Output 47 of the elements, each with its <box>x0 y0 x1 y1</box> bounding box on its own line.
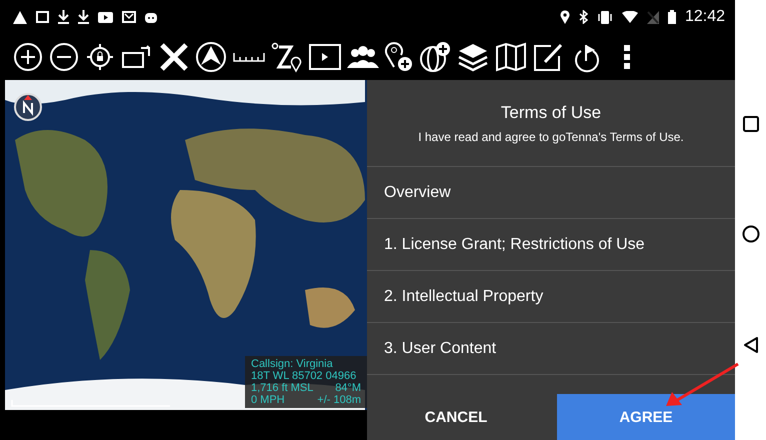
download-icon <box>78 10 89 24</box>
map-icon[interactable] <box>495 42 527 72</box>
robot-icon <box>145 11 157 23</box>
mail-icon <box>122 11 136 23</box>
ruler-icon[interactable] <box>233 51 265 63</box>
satellite-map[interactable]: Callsign: Virginia 18T WL 85702 04966 1,716 ft MSL 84°M 0 MPH +/- 108m <box>5 80 367 410</box>
compass-icon[interactable] <box>13 92 43 122</box>
compass-heading-icon[interactable] <box>195 41 227 73</box>
group-icon[interactable] <box>347 44 379 70</box>
battery-icon <box>668 10 676 24</box>
layers-icon[interactable] <box>457 42 489 72</box>
callsign-label: Callsign: Virginia <box>251 358 334 370</box>
edit-icon[interactable] <box>533 42 565 72</box>
grid-coordinates: 18T WL 85702 04966 <box>251 370 358 382</box>
terms-section-item[interactable]: 3. User Content <box>367 323 735 375</box>
back-icon[interactable] <box>742 336 758 354</box>
vibrate-icon <box>596 10 613 24</box>
altitude-value: 1,716 ft MSL <box>251 382 314 394</box>
bluetooth-icon <box>578 10 588 24</box>
zoom-in-icon[interactable] <box>13 42 43 72</box>
play-icon[interactable] <box>309 44 341 70</box>
heading-value: 84°M <box>335 382 361 394</box>
recents-icon[interactable] <box>742 116 758 132</box>
add-globe-icon[interactable] <box>419 41 451 73</box>
locked-crosshair-icon[interactable] <box>85 42 115 72</box>
add-pin-icon[interactable] <box>385 41 413 73</box>
wifi-icon <box>622 11 638 23</box>
download-icon <box>58 10 69 24</box>
warning-icon <box>13 10 27 24</box>
zoom-out-icon[interactable] <box>49 42 79 72</box>
terms-section-item[interactable]: Overview <box>367 167 735 219</box>
dialog-subtitle: I have read and agree to goTenna's Terms of Use. <box>418 130 684 144</box>
agree-button[interactable]: AGREE <box>557 394 735 440</box>
video-icon <box>98 12 113 22</box>
close-icon[interactable] <box>159 42 189 72</box>
speed-value: 0 MPH <box>251 394 285 406</box>
status-time: 12:42 <box>684 8 725 26</box>
zoom-to-location-icon[interactable] <box>271 41 303 73</box>
accuracy-value: +/- 108m <box>317 394 361 406</box>
terms-section-item[interactable]: 2. Intellectual Property <box>367 271 735 323</box>
home-icon[interactable] <box>742 224 760 243</box>
no-signal-icon <box>646 10 659 24</box>
terms-section-item[interactable]: 1. License Grant; Restrictions of Use <box>367 219 735 271</box>
location-icon <box>560 10 570 24</box>
image-icon <box>36 11 49 23</box>
more-options-icon[interactable] <box>623 45 631 69</box>
dialog-title: Terms of Use <box>500 102 602 122</box>
